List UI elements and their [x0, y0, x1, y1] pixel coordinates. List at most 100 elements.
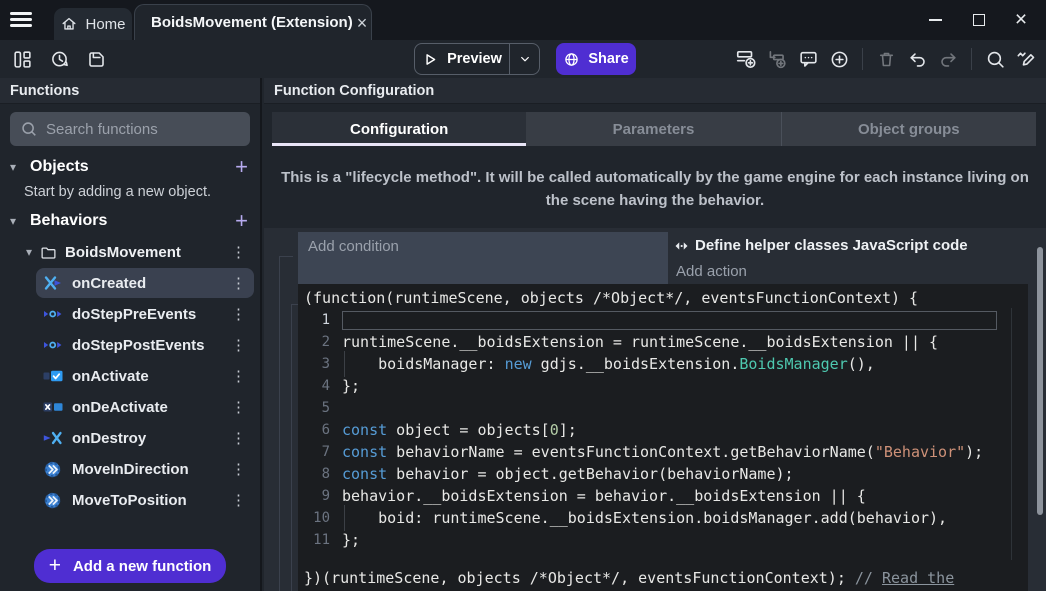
add-condition-area[interactable]: Add condition: [298, 232, 668, 284]
share-label: Share: [588, 51, 628, 67]
folder-menu-icon[interactable]: ⋮: [227, 243, 250, 261]
chevron-down-icon[interactable]: ▾: [10, 160, 22, 174]
function-configuration-title: Function Configuration: [264, 78, 1046, 104]
function-item-ondeactivate[interactable]: onDeActivate ⋮: [36, 392, 254, 422]
extract-events-icon[interactable]: [1014, 47, 1038, 71]
add-function-label: Add a new function: [73, 558, 211, 575]
function-item-dosteppostevents[interactable]: doStepPostEvents ⋮: [36, 330, 254, 360]
objects-section-header[interactable]: ▾ Objects +: [10, 152, 248, 182]
code-lines[interactable]: 12runtimeScene.__boidsExtension = runtim…: [298, 309, 1028, 551]
behaviors-section-header[interactable]: ▾ Behaviors +: [10, 206, 248, 236]
tab-close-icon[interactable]: ×: [353, 12, 372, 34]
function-label: onDeActivate: [72, 399, 218, 416]
preview-dropdown-button[interactable]: [509, 44, 539, 74]
js-event-label: Define helper classes JavaScript code: [695, 237, 968, 254]
add-action-area[interactable]: Add action: [668, 259, 1028, 284]
objects-section-label: Objects: [30, 158, 227, 176]
search-functions-box[interactable]: [10, 112, 250, 146]
folder-label: BoidsMovement: [65, 244, 219, 261]
function-item-ondestroy[interactable]: onDestroy ⋮: [36, 423, 254, 453]
preview-button[interactable]: Preview: [414, 43, 540, 75]
function-label: onActivate: [72, 368, 218, 385]
add-behavior-button[interactable]: +: [235, 210, 248, 232]
tab-boidsmovement[interactable]: BoidsMovement (Extension) ×: [134, 4, 372, 40]
function-menu-icon[interactable]: ⋮: [227, 336, 250, 354]
window-close-button[interactable]: ×: [1006, 0, 1036, 40]
panel-scrollbar[interactable]: [1037, 247, 1043, 515]
activate-icon: [43, 368, 63, 384]
action-column: Define helper classes JavaScript code Ad…: [668, 232, 1028, 284]
tab-configuration[interactable]: Configuration: [272, 112, 526, 146]
share-button[interactable]: Share: [556, 43, 636, 75]
version-history-icon[interactable]: [47, 47, 71, 71]
add-subevent-icon[interactable]: [765, 47, 789, 71]
globe-icon: [563, 51, 580, 68]
deactivate-icon: [43, 399, 63, 415]
add-object-button[interactable]: +: [235, 156, 248, 178]
chevron-down-icon[interactable]: ▾: [26, 245, 32, 259]
home-tab-label: Home: [85, 16, 125, 33]
behavior-folder-boidsmovement[interactable]: ▾ BoidsMovement ⋮: [26, 238, 250, 266]
toolbar: Preview Share: [0, 40, 1046, 78]
function-menu-icon[interactable]: ⋮: [227, 398, 250, 416]
titlebar: Home BoidsMovement (Extension) × ×: [0, 0, 1046, 40]
main-area: Functions ▾ Objects + Start by adding a …: [0, 78, 1046, 591]
function-item-moveindirection[interactable]: MoveInDirection ⋮: [36, 454, 254, 484]
search-functions-input[interactable]: [46, 121, 240, 138]
behaviors-section-label: Behaviors: [30, 212, 227, 230]
function-menu-icon[interactable]: ⋮: [227, 305, 250, 323]
function-label: MoveToPosition: [72, 492, 218, 509]
lifecycle-created-icon: [43, 275, 63, 291]
home-icon: [60, 15, 78, 33]
event-indent-guide: [291, 304, 298, 591]
undo-icon[interactable]: [905, 47, 929, 71]
function-menu-icon[interactable]: ⋮: [227, 367, 250, 385]
function-menu-icon[interactable]: ⋮: [227, 491, 250, 509]
search-icon[interactable]: [983, 47, 1007, 71]
function-label: doStepPreEvents: [72, 306, 218, 323]
js-code-editor[interactable]: (function(runtimeScene, objects /*Object…: [298, 284, 1028, 591]
chevron-down-icon[interactable]: ▾: [10, 214, 22, 228]
add-circle-icon[interactable]: [827, 47, 851, 71]
functions-panel: Functions ▾ Objects + Start by adding a …: [0, 78, 262, 591]
destroy-icon: [43, 430, 63, 446]
function-item-dostelpreevents[interactable]: doStepPreEvents ⋮: [36, 299, 254, 329]
add-comment-icon[interactable]: [796, 47, 820, 71]
function-menu-icon[interactable]: ⋮: [227, 460, 250, 478]
code-tags-icon: [674, 240, 689, 252]
objects-empty-hint: Start by adding a new object.: [24, 184, 248, 200]
tab-home[interactable]: Home: [54, 8, 132, 40]
step-events-icon: [43, 337, 63, 353]
add-new-function-button[interactable]: + Add a new function: [34, 549, 226, 583]
delete-icon[interactable]: [874, 47, 898, 71]
function-menu-icon[interactable]: ⋮: [227, 274, 250, 292]
function-item-movetoposition[interactable]: MoveToPosition ⋮: [36, 485, 254, 515]
tab-parameters[interactable]: Parameters: [526, 112, 780, 146]
gear-move-icon: [43, 492, 63, 509]
lifecycle-description: This is a "lifecycle method". It will be…: [264, 166, 1046, 212]
tab-object-groups[interactable]: Object groups: [781, 112, 1036, 146]
save-icon[interactable]: [84, 47, 108, 71]
add-event-icon[interactable]: [734, 47, 758, 71]
window-maximize-button[interactable]: [964, 0, 994, 40]
function-configuration-panel: Function Configuration Configuration Par…: [264, 78, 1046, 591]
toolbar-divider: [971, 48, 972, 70]
function-item-onactivate[interactable]: onActivate ⋮: [36, 361, 254, 391]
js-event-header[interactable]: Define helper classes JavaScript code: [668, 232, 1028, 259]
code-footer: })(runtimeScene, objects /*Object*/, eve…: [298, 567, 1016, 591]
function-label: onCreated: [72, 275, 218, 292]
configuration-tabs: Configuration Parameters Object groups: [272, 112, 1036, 146]
events-sheet: Add condition Define helper classes Java…: [264, 228, 1046, 591]
toolbar-divider: [862, 48, 863, 70]
redo-icon[interactable]: [936, 47, 960, 71]
window-minimize-button[interactable]: [920, 0, 950, 40]
function-item-oncreated[interactable]: onCreated ⋮: [36, 268, 254, 298]
open-panels-icon[interactable]: [10, 47, 34, 71]
function-label: doStepPostEvents: [72, 337, 218, 354]
code-header-line: (function(runtimeScene, objects /*Object…: [298, 287, 1028, 309]
hamburger-menu-icon[interactable]: [9, 9, 33, 31]
search-icon: [20, 120, 38, 138]
function-menu-icon[interactable]: ⋮: [227, 429, 250, 447]
folder-icon: [40, 245, 57, 260]
gear-move-icon: [43, 461, 63, 478]
